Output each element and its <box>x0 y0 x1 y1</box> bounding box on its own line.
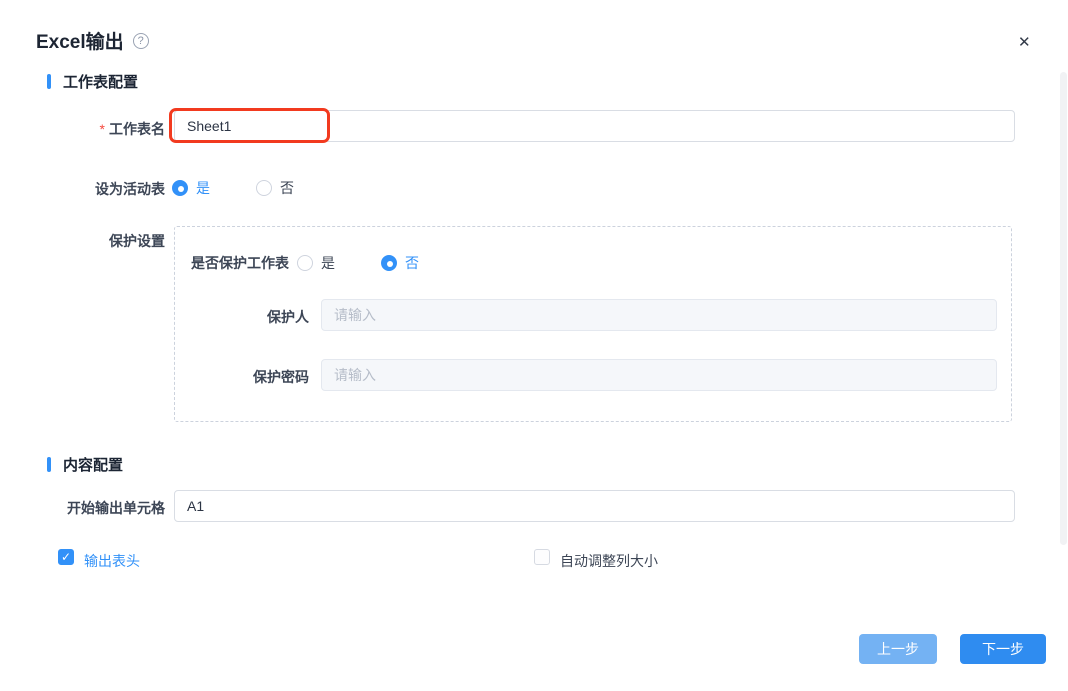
dialog-header: Excel输出 ? <box>36 27 149 54</box>
sheet-name-label: *工作表名 <box>0 119 165 139</box>
section-accent-bar <box>47 74 51 89</box>
section-title: 工作表配置 <box>63 71 138 92</box>
protection-settings-label: 保护设置 <box>0 231 165 251</box>
section-content-config: 内容配置 <box>47 454 123 475</box>
output-header-checkbox[interactable]: ✓ <box>58 549 74 565</box>
page-title: Excel输出 <box>36 27 124 54</box>
scrollbar[interactable] <box>1060 72 1067 545</box>
protector-label: 保护人 <box>191 307 309 327</box>
auto-fit-columns-checkbox[interactable] <box>534 549 550 565</box>
protect-sheet-row: 是否保护工作表 是 否 <box>191 253 419 273</box>
previous-step-button[interactable]: 上一步 <box>859 634 937 664</box>
output-header-checkbox-label[interactable]: 输出表头 <box>84 551 140 571</box>
active-sheet-label: 设为活动表 <box>0 179 165 199</box>
section-title: 内容配置 <box>63 454 123 475</box>
sheet-name-input[interactable] <box>174 110 1015 142</box>
next-step-button[interactable]: 下一步 <box>960 634 1046 664</box>
help-icon[interactable]: ? <box>133 33 149 49</box>
start-cell-input[interactable] <box>174 490 1015 522</box>
radio-active-no[interactable]: 否 <box>256 178 294 198</box>
active-sheet-radio-group: 是 否 <box>172 178 294 198</box>
radio-off-icon[interactable] <box>297 255 313 271</box>
start-cell-label: 开始输出单元格 <box>0 498 165 518</box>
radio-protect-yes[interactable]: 是 <box>297 253 335 273</box>
protect-sheet-label: 是否保护工作表 <box>191 253 289 273</box>
auto-fit-columns-checkbox-label[interactable]: 自动调整列大小 <box>560 551 658 571</box>
radio-on-icon[interactable] <box>172 180 188 196</box>
protection-settings-panel: 是否保护工作表 是 否 保护人 保护密码 <box>174 226 1012 422</box>
section-accent-bar <box>47 457 51 472</box>
section-worksheet-config: 工作表配置 <box>47 71 138 92</box>
radio-off-icon[interactable] <box>256 180 272 196</box>
excel-output-dialog: Excel输出 ? ✕ 工作表配置 *工作表名 设为活动表 是 否 保护设置 是… <box>0 0 1068 691</box>
radio-on-icon[interactable] <box>381 255 397 271</box>
radio-protect-no[interactable]: 否 <box>381 253 419 273</box>
protector-input[interactable] <box>321 299 997 331</box>
radio-active-yes[interactable]: 是 <box>172 178 210 198</box>
protect-password-label: 保护密码 <box>191 367 309 387</box>
check-icon: ✓ <box>61 551 71 563</box>
protect-password-input[interactable] <box>321 359 997 391</box>
required-asterisk: * <box>100 121 105 137</box>
close-icon[interactable]: ✕ <box>1018 33 1031 51</box>
